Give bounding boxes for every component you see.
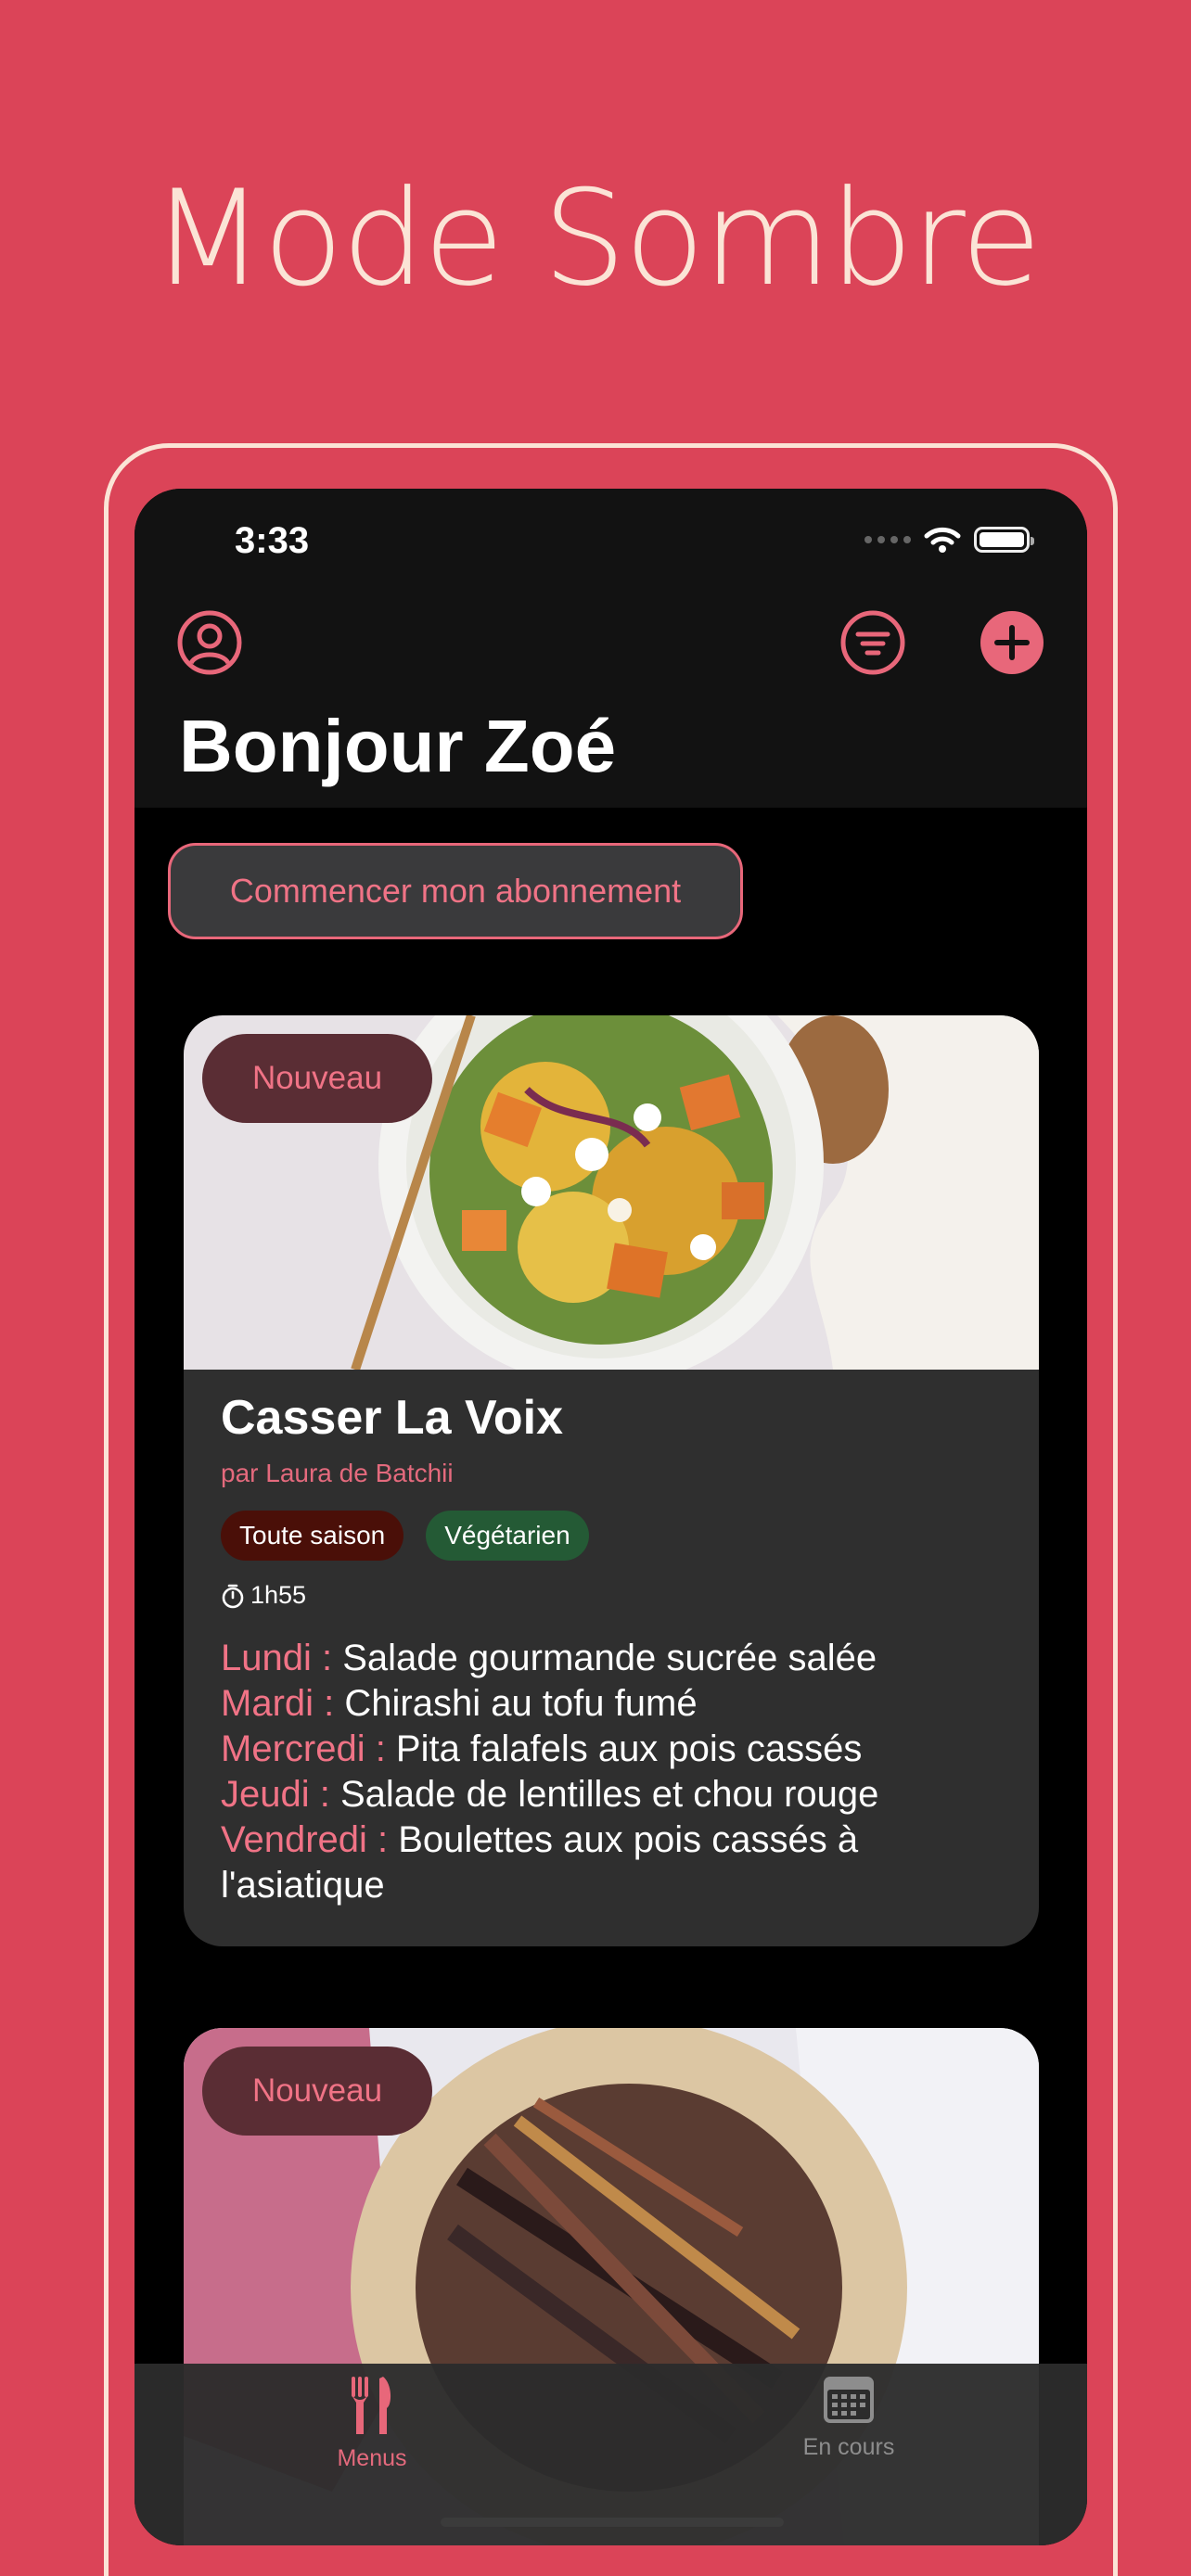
day-label: Lundi :: [221, 1638, 333, 1678]
tab-in-progress[interactable]: En cours: [747, 2375, 951, 2461]
tag-vegetarian: Végétarien: [426, 1511, 589, 1561]
tab-label: En cours: [802, 2434, 895, 2460]
dish-name: Salade de lentilles et chou rouge: [329, 1774, 879, 1815]
stopwatch-icon: [222, 1584, 244, 1608]
menu-card[interactable]: Nouveau Casser La Voix par Laura de Batc…: [184, 1015, 1039, 1946]
menu-line-thursday: Jeudi : Salade de lentilles et chou roug…: [221, 1772, 1002, 1817]
add-button[interactable]: [979, 609, 1045, 676]
filter-lines-icon: [840, 610, 905, 675]
app-header: Bonjour Zoé: [134, 581, 1087, 808]
tab-label: Menus: [337, 2445, 407, 2471]
menu-line-friday: Vendredi : Boulettes aux pois cassés à l…: [221, 1817, 1002, 1908]
menu-line-wednesday: Mercredi : Pita falafels aux pois cassés: [221, 1727, 1002, 1772]
status-icons: [864, 526, 1034, 554]
start-subscription-button[interactable]: Commencer mon abonnement: [168, 843, 743, 939]
day-label: Mardi :: [221, 1683, 335, 1724]
cellular-signal-icon: [864, 536, 911, 543]
profile-button[interactable]: [176, 609, 243, 676]
day-label: Vendredi :: [221, 1819, 389, 1860]
menu-line-tuesday: Mardi : Chirashi au tofu fumé: [221, 1681, 1002, 1727]
new-badge: Nouveau: [202, 2047, 432, 2136]
person-circle-icon: [177, 610, 242, 675]
dish-name: Pita falafels aux pois cassés: [385, 1728, 863, 1769]
day-label: Mercredi :: [221, 1728, 386, 1769]
tab-bar: Menus En cours: [134, 2364, 1087, 2545]
duration: 1h55: [221, 1581, 1002, 1610]
dish-name: Salade gourmande sucrée salée: [332, 1638, 877, 1678]
greeting-title: Bonjour Zoé: [179, 705, 617, 787]
filter-button[interactable]: [839, 609, 906, 676]
new-badge: Nouveau: [202, 1034, 432, 1123]
dish-name: Chirashi au tofu fumé: [334, 1683, 698, 1724]
wifi-icon: [924, 527, 961, 553]
menu-line-monday: Lundi : Salade gourmande sucrée salée: [221, 1636, 1002, 1681]
tag-season: Toute saison: [221, 1511, 404, 1561]
weekly-menu: Lundi : Salade gourmande sucrée salée Ma…: [221, 1636, 1002, 1908]
phone-screen: 3:33 Bonjour Zoé Commencer mon abonnemen…: [134, 489, 1087, 2545]
menu-author: par Laura de Batchii: [221, 1459, 454, 1487]
calendar-icon: [824, 2377, 874, 2423]
tab-menus[interactable]: Menus: [270, 2375, 474, 2472]
card-body: Casser La Voix par Laura de Batchii Tout…: [221, 1390, 1002, 1908]
tag-list: Toute saison Végétarien: [221, 1511, 1002, 1561]
fork-knife-icon: [352, 2377, 391, 2434]
recipe-photo: Nouveau: [184, 1015, 1039, 1370]
menu-title: Casser La Voix: [221, 1391, 564, 1445]
battery-icon: [974, 527, 1034, 553]
day-label: Jeudi :: [221, 1774, 330, 1815]
plus-circle-icon: [980, 611, 1044, 674]
home-indicator[interactable]: [441, 2518, 784, 2527]
promo-title: Mode Sombre: [150, 162, 1042, 315]
duration-value: 1h55: [250, 1581, 307, 1609]
status-time: 3:33: [235, 520, 310, 561]
status-bar: 3:33: [134, 489, 1087, 581]
